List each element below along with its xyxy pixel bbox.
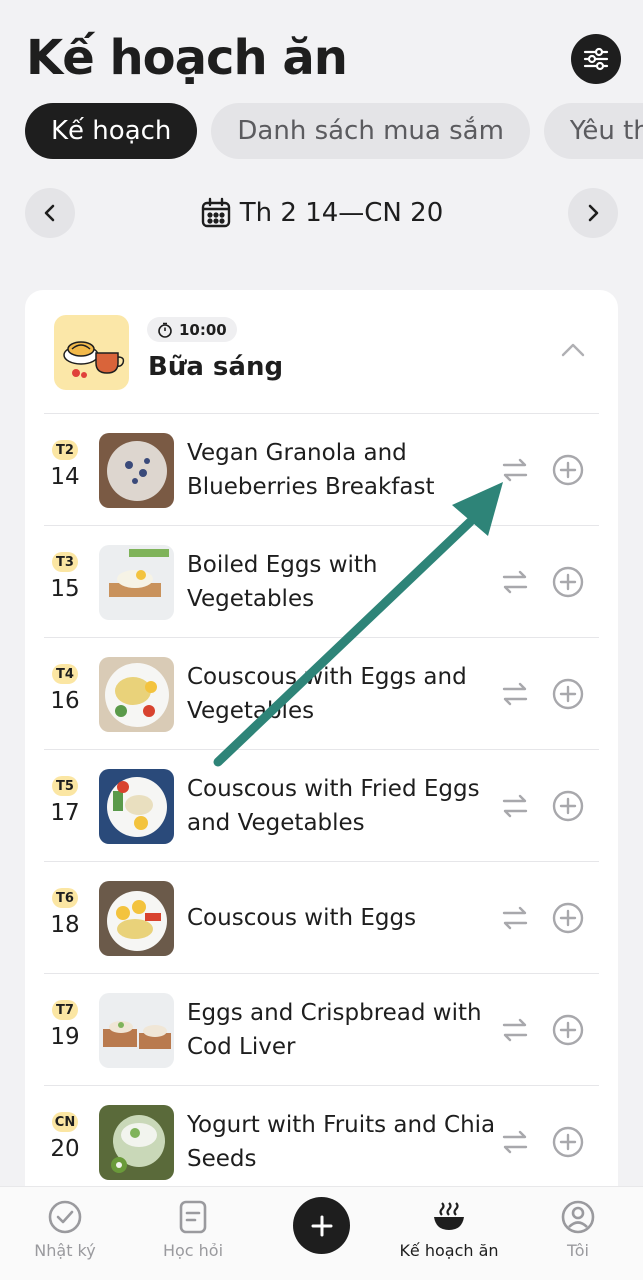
bottom-nav: Nhật ký Học hỏi Kế hoạch ăn Tôi [0, 1186, 643, 1280]
add-circle-icon[interactable] [552, 790, 584, 822]
breakfast-illustration [54, 315, 129, 390]
sliders-icon [583, 47, 609, 71]
meal-card: 10:00 Bữa sáng T2 14 Vegan Granola and Blu… [25, 290, 618, 1250]
day-row[interactable]: T2 14 Vegan Granola and Blueberries Breakf… [44, 413, 599, 525]
recipe-name[interactable]: Couscous with Fried Eggs and Vegetables [187, 750, 497, 862]
tab-bar: Kế hoạch Danh sách mua sắm Yêu thí [25, 103, 643, 159]
add-circle-icon[interactable] [552, 1014, 584, 1046]
weekday-tag: CN [52, 1112, 78, 1132]
swap-icon[interactable] [499, 902, 531, 934]
swap-icon[interactable] [499, 1014, 531, 1046]
swap-icon[interactable] [499, 678, 531, 710]
recipe-title: Couscous with Eggs [187, 905, 417, 931]
document-icon [179, 1200, 207, 1234]
recipe-title: Couscous with Fried Eggs and Vegetables [187, 776, 480, 836]
nav-label: Nhật ký [34, 1241, 96, 1260]
next-week-button[interactable] [568, 188, 618, 238]
meal-name: Bữa sáng [148, 352, 284, 382]
meal-time: 10:00 [179, 320, 227, 339]
add-button[interactable] [293, 1197, 350, 1254]
day-row[interactable]: T4 16 Couscous with Eggs and Vegetables [44, 637, 599, 749]
weekday-tag: T3 [52, 552, 78, 572]
swap-icon[interactable] [499, 790, 531, 822]
recipe-thumbnail[interactable] [99, 769, 174, 844]
day-row[interactable]: T3 15 Boiled Eggs with Vegetables [44, 525, 599, 637]
add-circle-icon[interactable] [552, 1126, 584, 1158]
week-range-label: Th 2 14—CN 20 [239, 198, 444, 228]
weekday-tag: T6 [52, 888, 78, 908]
recipe-thumbnail[interactable] [99, 881, 174, 956]
chevron-up-icon[interactable] [560, 340, 586, 360]
recipe-thumbnail[interactable] [99, 545, 174, 620]
recipe-name[interactable]: Vegan Granola and Blueberries Breakfast [187, 414, 497, 526]
nav-me[interactable]: Tôi [513, 1187, 643, 1280]
nav-label: Tôi [567, 1241, 589, 1260]
weekday-tag: T2 [52, 440, 78, 460]
recipe-name[interactable]: Yogurt with Fruits and Chia Seeds [187, 1086, 497, 1198]
swap-icon[interactable] [499, 566, 531, 598]
recipe-name[interactable]: Couscous with Eggs [187, 862, 497, 974]
week-range[interactable]: Th 2 14—CN 20 [25, 188, 618, 238]
swap-icon[interactable] [499, 454, 531, 486]
plus-icon [311, 1215, 332, 1236]
meal-time-badge: 10:00 [147, 317, 237, 342]
day-number: 18 [50, 912, 80, 938]
recipe-title: Eggs and Crispbread with Cod Liver [187, 1000, 482, 1060]
swap-icon[interactable] [499, 1126, 531, 1158]
day-number: 16 [50, 688, 80, 714]
nav-label: Kế hoạch ăn [399, 1241, 499, 1260]
week-navigator: Th 2 14—CN 20 [25, 188, 618, 238]
add-circle-icon[interactable] [552, 678, 584, 710]
filter-button[interactable] [571, 34, 621, 84]
recipe-title: Yogurt with Fruits and Chia Seeds [187, 1112, 496, 1172]
day-row[interactable]: T7 19 Eggs and Crispbread with Cod Liver [44, 973, 599, 1085]
tab-plan[interactable]: Kế hoạch [25, 103, 198, 159]
tab-shopping-list[interactable]: Danh sách mua sắm [211, 103, 530, 159]
recipe-title: Couscous with Eggs and Vegetables [187, 664, 467, 724]
stopwatch-icon [158, 322, 172, 338]
nav-label: Học hỏi [162, 1241, 224, 1260]
day-list: T2 14 Vegan Granola and Blueberries Breakf… [44, 413, 599, 1197]
day-row[interactable]: CN 20 Yogurt with Fruits and Chia Seeds [44, 1085, 599, 1197]
recipe-name[interactable]: Boiled Eggs with Vegetables [187, 526, 497, 638]
recipe-thumbnail[interactable] [99, 433, 174, 508]
chevron-right-icon [588, 204, 599, 222]
add-circle-icon[interactable] [552, 454, 584, 486]
recipe-thumbnail[interactable] [99, 1105, 174, 1180]
day-number: 15 [50, 576, 80, 602]
meal-header[interactable]: 10:00 Bữa sáng [25, 290, 618, 413]
recipe-title: Boiled Eggs with Vegetables [187, 552, 378, 612]
recipe-title: Vegan Granola and Blueberries Breakfast [187, 440, 435, 500]
day-number: 20 [50, 1136, 80, 1162]
day-number: 19 [50, 1024, 80, 1050]
check-circle-icon [48, 1200, 82, 1234]
tab-favorites[interactable]: Yêu thí [543, 103, 643, 159]
day-row[interactable]: T6 18 Couscous with Eggs [44, 861, 599, 973]
nav-meal-plan[interactable]: Kế hoạch ăn [384, 1187, 514, 1280]
recipe-thumbnail[interactable] [99, 657, 174, 732]
add-circle-icon[interactable] [552, 902, 584, 934]
weekday-tag: T5 [52, 776, 78, 796]
weekday-tag: T4 [52, 664, 78, 684]
bowl-icon [434, 1202, 464, 1230]
nav-diary[interactable]: Nhật ký [0, 1187, 130, 1280]
day-number: 17 [50, 800, 80, 826]
day-row[interactable]: T5 17 Couscous with Fried Eggs and Vegetab… [44, 749, 599, 861]
day-number: 14 [50, 464, 80, 490]
calendar-icon [201, 197, 230, 228]
page-title: Kế hoạch ăn [26, 30, 348, 86]
nav-learn[interactable]: Học hỏi [128, 1187, 258, 1280]
recipe-name[interactable]: Couscous with Eggs and Vegetables [187, 638, 497, 750]
add-circle-icon[interactable] [552, 566, 584, 598]
recipe-thumbnail[interactable] [99, 993, 174, 1068]
recipe-name[interactable]: Eggs and Crispbread with Cod Liver [187, 974, 497, 1086]
profile-icon [561, 1200, 595, 1234]
weekday-tag: T7 [52, 1000, 78, 1020]
